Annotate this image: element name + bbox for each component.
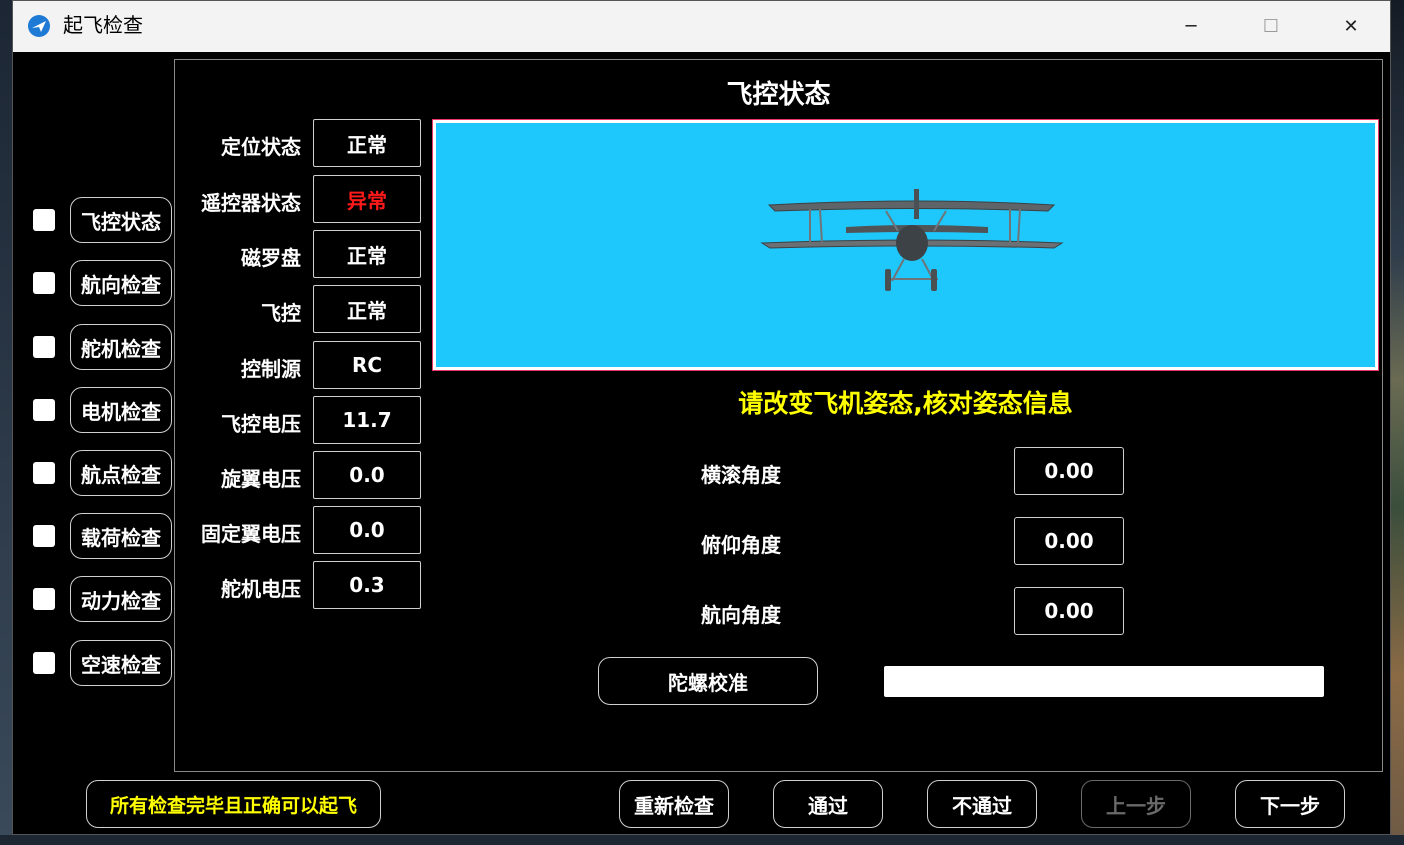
status-label: 定位状态 xyxy=(221,135,301,159)
sidebar-button[interactable]: 航点检查 xyxy=(70,450,172,496)
roll-angle-value: 0.00 xyxy=(1014,447,1124,495)
sidebar-button[interactable]: 舵机检查 xyxy=(70,324,172,370)
status-label: 遥控器状态 xyxy=(201,191,301,215)
sidebar-checkbox[interactable] xyxy=(33,588,55,610)
desktop-right-edge xyxy=(1391,0,1404,845)
status-value: 异常 xyxy=(313,175,421,223)
status-value: 正常 xyxy=(313,285,421,333)
sidebar-button[interactable]: 电机检查 xyxy=(70,387,172,433)
sidebar-checkbox[interactable] xyxy=(33,209,55,231)
status-value: RC xyxy=(313,341,421,389)
status-value: 正常 xyxy=(313,230,421,278)
status-value: 正常 xyxy=(313,119,421,167)
ready-notice-button[interactable]: 所有检查完毕且正确可以起飞 xyxy=(86,780,381,828)
status-label: 磁罗盘 xyxy=(241,246,301,270)
attitude-prompt: 请改变飞机姿态,核对姿态信息 xyxy=(738,389,1073,418)
sidebar-button[interactable]: 载荷检查 xyxy=(70,513,172,559)
status-label: 舵机电压 xyxy=(221,577,301,601)
fail-button[interactable]: 不通过 xyxy=(927,780,1037,828)
sidebar-checkbox[interactable] xyxy=(33,399,55,421)
app-logo-icon xyxy=(28,15,50,37)
minimize-icon: ─ xyxy=(1185,16,1197,37)
maximize-icon: ☐ xyxy=(1262,16,1280,37)
status-label: 旋翼电压 xyxy=(221,467,301,491)
status-label: 飞控 xyxy=(261,301,301,325)
pass-button[interactable]: 通过 xyxy=(773,780,883,828)
sidebar-button[interactable]: 动力检查 xyxy=(70,576,172,622)
sidebar-checkbox[interactable] xyxy=(33,652,55,674)
sidebar-button[interactable]: 空速检查 xyxy=(70,640,172,686)
preflight-check-window: 起飞检查 ─ ☐ ✕ 飞控状态 航向检查 舵机检查 电机检查 航点检查 载荷检查… xyxy=(12,0,1391,835)
status-label: 飞控电压 xyxy=(221,412,301,436)
heading-angle-value: 0.00 xyxy=(1014,587,1124,635)
previous-step-button[interactable]: 上一步 xyxy=(1081,780,1191,828)
sidebar-checkbox[interactable] xyxy=(33,462,55,484)
roll-angle-label: 横滚角度 xyxy=(701,463,781,487)
gyro-calibration-button[interactable]: 陀螺校准 xyxy=(598,657,818,705)
status-label: 控制源 xyxy=(241,357,301,381)
pitch-angle-label: 俯仰角度 xyxy=(701,533,781,557)
recheck-button[interactable]: 重新检查 xyxy=(619,780,729,828)
attitude-view xyxy=(433,120,1378,370)
next-step-button[interactable]: 下一步 xyxy=(1235,780,1345,828)
desktop-bottom-edge xyxy=(0,835,1404,845)
status-value: 11.7 xyxy=(313,396,421,444)
sidebar-checkbox[interactable] xyxy=(33,272,55,294)
sidebar-checkbox[interactable] xyxy=(33,525,55,547)
window-title: 起飞检查 xyxy=(63,13,143,37)
pitch-angle-value: 0.00 xyxy=(1014,517,1124,565)
gyro-calibration-progress xyxy=(884,666,1324,697)
status-value: 0.0 xyxy=(313,451,421,499)
maximize-button[interactable]: ☐ xyxy=(1231,1,1311,52)
panel-title: 飞控状态 xyxy=(726,80,831,110)
status-label: 固定翼电压 xyxy=(201,522,301,546)
biplane-model-icon xyxy=(760,189,1064,291)
minimize-button[interactable]: ─ xyxy=(1151,1,1231,52)
status-value: 0.0 xyxy=(313,506,421,554)
close-icon: ✕ xyxy=(1343,16,1359,37)
desktop-left-edge xyxy=(0,0,12,845)
sidebar-checkbox[interactable] xyxy=(33,336,55,358)
title-bar[interactable]: 起飞检查 ─ ☐ ✕ xyxy=(13,1,1390,52)
status-value: 0.3 xyxy=(313,561,421,609)
close-button[interactable]: ✕ xyxy=(1311,1,1391,52)
sidebar-button[interactable]: 航向检查 xyxy=(70,260,172,306)
heading-angle-label: 航向角度 xyxy=(701,603,781,627)
sidebar-button[interactable]: 飞控状态 xyxy=(70,197,172,243)
